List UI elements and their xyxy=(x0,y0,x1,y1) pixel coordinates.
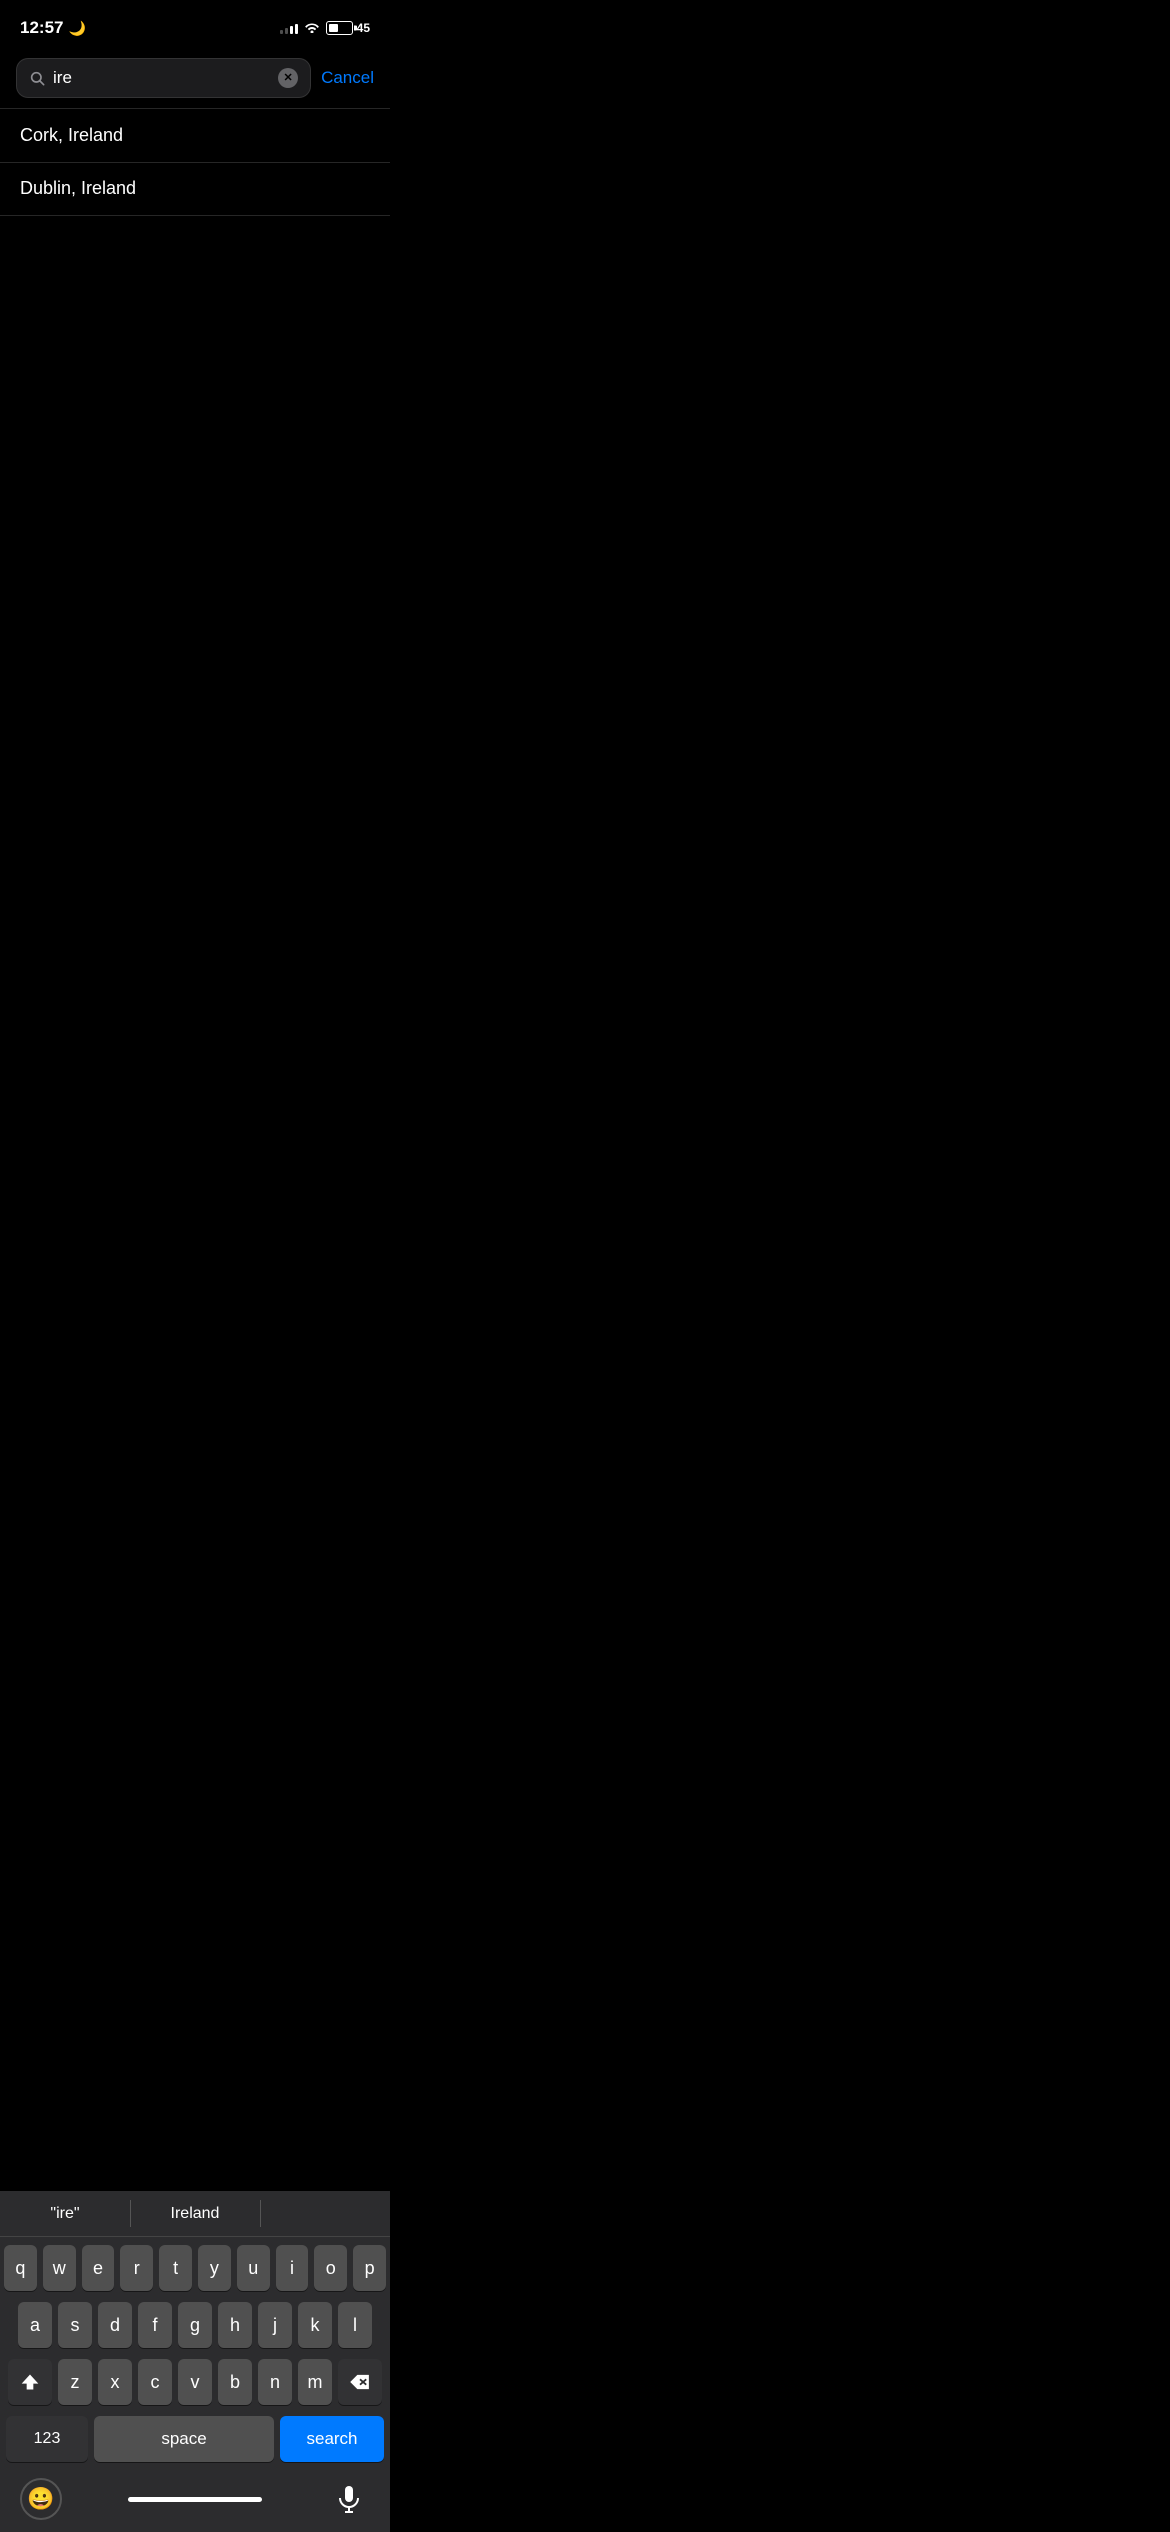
key-u[interactable]: u xyxy=(237,2245,270,2291)
signal-bar-2 xyxy=(285,28,288,34)
key-t[interactable]: t xyxy=(159,2245,192,2291)
key-row-3: z x c v b n m xyxy=(4,2359,386,2405)
key-123-label: 123 xyxy=(34,2430,61,2448)
keyboard-area: "ire" Ireland q w e r t y u i o p a s d … xyxy=(0,2191,390,2532)
battery-icon xyxy=(326,21,353,35)
clear-icon: ✕ xyxy=(283,73,292,84)
key-j[interactable]: j xyxy=(258,2302,292,2348)
key-p[interactable]: p xyxy=(353,2245,386,2291)
key-m[interactable]: m xyxy=(298,2359,332,2405)
predictive-text-2: Ireland xyxy=(171,2205,220,2223)
key-row-2: a s d f g h j k l xyxy=(4,2302,386,2348)
key-space[interactable]: space xyxy=(94,2416,274,2462)
home-indicator xyxy=(128,2497,262,2502)
mic-button[interactable] xyxy=(328,2478,370,2520)
battery-fill xyxy=(329,24,338,32)
time-label: 12:57 xyxy=(20,18,63,38)
key-123[interactable]: 123 xyxy=(6,2416,88,2462)
predictive-bar: "ire" Ireland xyxy=(0,2191,390,2237)
key-shift[interactable] xyxy=(8,2359,52,2405)
bottom-dock: 😀 xyxy=(0,2472,390,2532)
result-item-0[interactable]: Cork, Ireland xyxy=(0,109,390,162)
result-item-1[interactable]: Dublin, Ireland xyxy=(0,162,390,215)
predictive-text-1: "ire" xyxy=(50,2205,79,2223)
predictive-item-1[interactable]: "ire" xyxy=(0,2191,130,2236)
key-s[interactable]: s xyxy=(58,2302,92,2348)
search-bar-container: ire ✕ Cancel xyxy=(0,50,390,108)
key-n[interactable]: n xyxy=(258,2359,292,2405)
search-input-wrapper[interactable]: ire ✕ xyxy=(16,58,311,98)
key-o[interactable]: o xyxy=(314,2245,347,2291)
key-l[interactable]: l xyxy=(338,2302,372,2348)
key-x[interactable]: x xyxy=(98,2359,132,2405)
emoji-icon: 😀 xyxy=(27,2486,54,2512)
key-i[interactable]: i xyxy=(276,2245,309,2291)
key-y[interactable]: y xyxy=(198,2245,231,2291)
key-search[interactable]: search xyxy=(280,2416,384,2462)
signal-bars xyxy=(280,22,298,34)
key-q[interactable]: q xyxy=(4,2245,37,2291)
key-f[interactable]: f xyxy=(138,2302,172,2348)
signal-bar-4 xyxy=(295,24,298,34)
status-time: 12:57 🌙 xyxy=(20,18,86,38)
mic-icon xyxy=(338,2485,360,2513)
delete-icon xyxy=(349,2374,371,2390)
key-row-bottom: 123 space search xyxy=(4,2416,386,2462)
divider-results-2 xyxy=(0,215,390,216)
key-k[interactable]: k xyxy=(298,2302,332,2348)
predictive-item-3[interactable] xyxy=(260,2191,390,2236)
battery-label: 45 xyxy=(357,21,370,35)
status-right-icons: 45 xyxy=(280,21,370,36)
space-label: space xyxy=(161,2429,206,2449)
results-list: Cork, Ireland Dublin, Ireland xyxy=(0,109,390,216)
key-e[interactable]: e xyxy=(82,2245,115,2291)
clear-button[interactable]: ✕ xyxy=(278,68,298,88)
search-label: search xyxy=(306,2429,357,2449)
key-v[interactable]: v xyxy=(178,2359,212,2405)
shift-icon xyxy=(20,2372,40,2392)
key-g[interactable]: g xyxy=(178,2302,212,2348)
key-row-1: q w e r t y u i o p xyxy=(4,2245,386,2291)
predictive-item-2[interactable]: Ireland xyxy=(130,2191,260,2236)
search-input[interactable]: ire xyxy=(53,68,270,88)
key-c[interactable]: c xyxy=(138,2359,172,2405)
key-d[interactable]: d xyxy=(98,2302,132,2348)
key-w[interactable]: w xyxy=(43,2245,76,2291)
wifi-icon xyxy=(304,21,320,36)
key-a[interactable]: a xyxy=(18,2302,52,2348)
moon-icon: 🌙 xyxy=(68,20,85,37)
cancel-button[interactable]: Cancel xyxy=(321,68,374,88)
keyboard: q w e r t y u i o p a s d f g h j k l xyxy=(0,2237,390,2472)
battery-container: 45 xyxy=(326,21,370,35)
emoji-button[interactable]: 😀 xyxy=(20,2478,62,2520)
key-delete[interactable] xyxy=(338,2359,382,2405)
key-h[interactable]: h xyxy=(218,2302,252,2348)
key-z[interactable]: z xyxy=(58,2359,92,2405)
search-icon xyxy=(29,70,45,86)
key-r[interactable]: r xyxy=(120,2245,153,2291)
status-bar: 12:57 🌙 45 xyxy=(0,0,390,50)
key-b[interactable]: b xyxy=(218,2359,252,2405)
signal-bar-3 xyxy=(290,26,293,34)
signal-bar-1 xyxy=(280,30,283,34)
